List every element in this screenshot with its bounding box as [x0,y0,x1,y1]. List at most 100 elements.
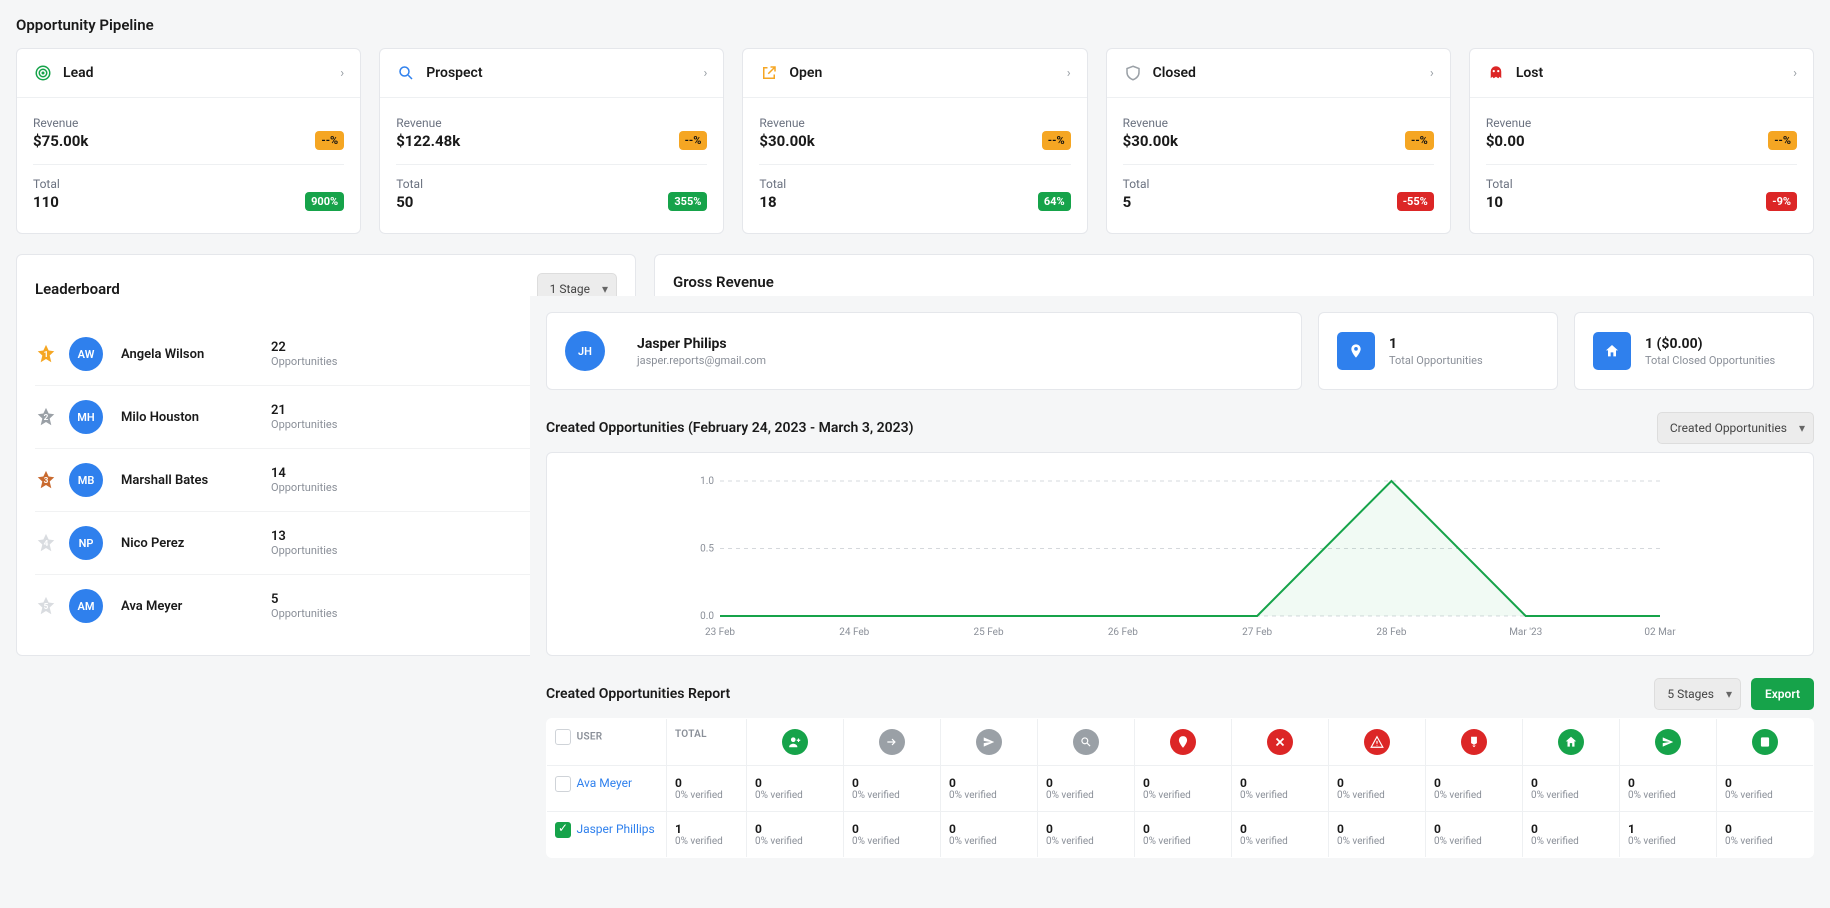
revenue-badge: --% [1768,131,1797,150]
pin-icon [1337,332,1375,370]
avatar: MH [69,400,103,434]
cell-value: 0 [1531,822,1611,836]
cell-sub: 0% verified [1725,790,1805,801]
revenue-label: Revenue [33,116,88,130]
home-icon [1593,332,1631,370]
cell-value: 0 [1143,776,1223,790]
revenue-badge: --% [315,131,344,150]
export-button[interactable]: Export [1751,678,1814,710]
svg-text:02 Mar: 02 Mar [1644,627,1676,638]
created-opportunities-chart: 0.00.51.023 Feb24 Feb25 Feb26 Feb27 Feb2… [565,471,1795,641]
cell-value: 0 [852,776,932,790]
row-checkbox[interactable] [555,822,571,838]
open-icon [759,63,779,83]
select-all-checkbox[interactable] [555,729,571,745]
created-chart-card: 0.00.51.023 Feb24 Feb25 Feb26 Feb27 Feb2… [546,452,1814,656]
pipeline-card-lost[interactable]: Lost › Revenue $0.00 --% Total 10 -9% [1469,48,1814,234]
chevron-right-icon: › [1430,66,1434,81]
user-link[interactable]: Ava Meyer [576,776,632,790]
chevron-right-icon: › [340,66,344,81]
cell-value: 0 [1046,822,1126,836]
total-label: Total [33,177,60,191]
svg-text:2: 2 [44,413,49,423]
user-add-icon [782,729,808,755]
search-icon [1073,729,1099,755]
cell-value: 0 [755,822,835,836]
leader-name: Ava Meyer [121,599,271,614]
revenue-value: $122.48k [396,132,460,150]
total-opportunities-card: 1 Total Opportunities [1318,312,1558,390]
cell-sub: 0% verified [852,836,932,847]
avatar: AM [69,589,103,623]
cell-value: 0 [1725,776,1805,790]
cell-sub: 0% verified [755,790,835,801]
report-table: USERTOTAL Ava Meyer00% verified00% verif… [546,718,1814,858]
chevron-down-icon: ▾ [1799,421,1805,435]
report-stages-select[interactable]: 5 Stages ▾ [1654,678,1741,710]
total-header: TOTAL [667,719,747,766]
cell-value: 0 [1337,822,1417,836]
svg-text:0.0: 0.0 [700,611,714,622]
cell-sub: 0% verified [1434,790,1514,801]
report-stages-label: 5 Stages [1667,687,1714,701]
total-badge: 355% [668,192,707,211]
profile-avatar: JH [565,331,605,371]
pipeline-name: Lead [63,65,340,81]
leader-name: Nico Perez [121,536,271,551]
total-label: Total [1123,177,1150,191]
total-value: 50 [396,193,423,211]
table-row: Ava Meyer00% verified00% verified00% ver… [547,766,1814,812]
revenue-badge: --% [1042,131,1071,150]
revenue-label: Revenue [396,116,460,130]
avatar: NP [69,526,103,560]
pin-icon [1170,729,1196,755]
svg-text:24 Feb: 24 Feb [839,627,869,638]
pipeline-card-prospect[interactable]: Prospect › Revenue $122.48k --% Total 50 [379,48,724,234]
total-opportunities-value: 1 [1389,336,1483,352]
user-link[interactable]: Jasper Phillips [576,822,654,836]
svg-text:27 Feb: 27 Feb [1242,627,1272,638]
svg-text:28 Feb: 28 Feb [1376,627,1406,638]
shield-icon [1123,63,1143,83]
profile-card: JH Jasper Philips jasper.reports@gmail.c… [546,312,1302,390]
arrow-right-icon [879,729,905,755]
svg-text:25 Feb: 25 Feb [974,627,1004,638]
pipeline-card-lead[interactable]: Lead › Revenue $75.00k --% Total 110 90 [16,48,361,234]
pipeline-card-closed[interactable]: Closed › Revenue $30.00k --% Total 5 -5 [1106,48,1451,234]
cell-value: 0 [1240,776,1320,790]
cell-sub: 0% verified [675,836,738,847]
gross-revenue-title: Gross Revenue [673,273,1795,291]
leaderboard-stage-label: 1 Stage [550,282,590,296]
cell-sub: 0% verified [1337,790,1417,801]
total-closed-card: 1 ($0.00) Total Closed Opportunities [1574,312,1814,390]
chevron-down-icon: ▾ [1726,687,1732,701]
cell-sub: 0% verified [1143,836,1223,847]
chevron-right-icon: › [1067,66,1071,81]
pipeline-name: Closed [1153,65,1430,81]
row-checkbox[interactable] [555,776,571,792]
svg-text:1.0: 1.0 [700,476,714,487]
page-title: Opportunity Pipeline [16,16,1814,34]
pipeline-name: Open [789,65,1066,81]
svg-text:5: 5 [44,602,49,612]
revenue-value: $75.00k [33,132,88,150]
cell-value: 0 [1337,776,1417,790]
rank-star-icon: 5 [35,595,57,617]
revenue-label: Revenue [1123,116,1178,130]
cell-value: 0 [1628,776,1708,790]
chevron-right-icon: › [1793,66,1797,81]
revenue-badge: --% [1405,131,1434,150]
cell-value: 0 [1240,822,1320,836]
total-closed-value: 1 ($0.00) [1645,336,1775,352]
cell-value: 0 [852,822,932,836]
pipeline-card-open[interactable]: Open › Revenue $30.00k --% Total 18 64% [742,48,1087,234]
cell-sub: 0% verified [675,790,738,801]
rank-star-icon: 4 [35,532,57,554]
cell-sub: 0% verified [755,836,835,847]
created-chart-select[interactable]: Created Opportunities ▾ [1657,412,1814,444]
total-label: Total [396,177,423,191]
svg-text:26 Feb: 26 Feb [1108,627,1138,638]
total-value: 110 [33,193,60,211]
svg-text:0.5: 0.5 [700,544,714,555]
cell-sub: 0% verified [852,790,932,801]
